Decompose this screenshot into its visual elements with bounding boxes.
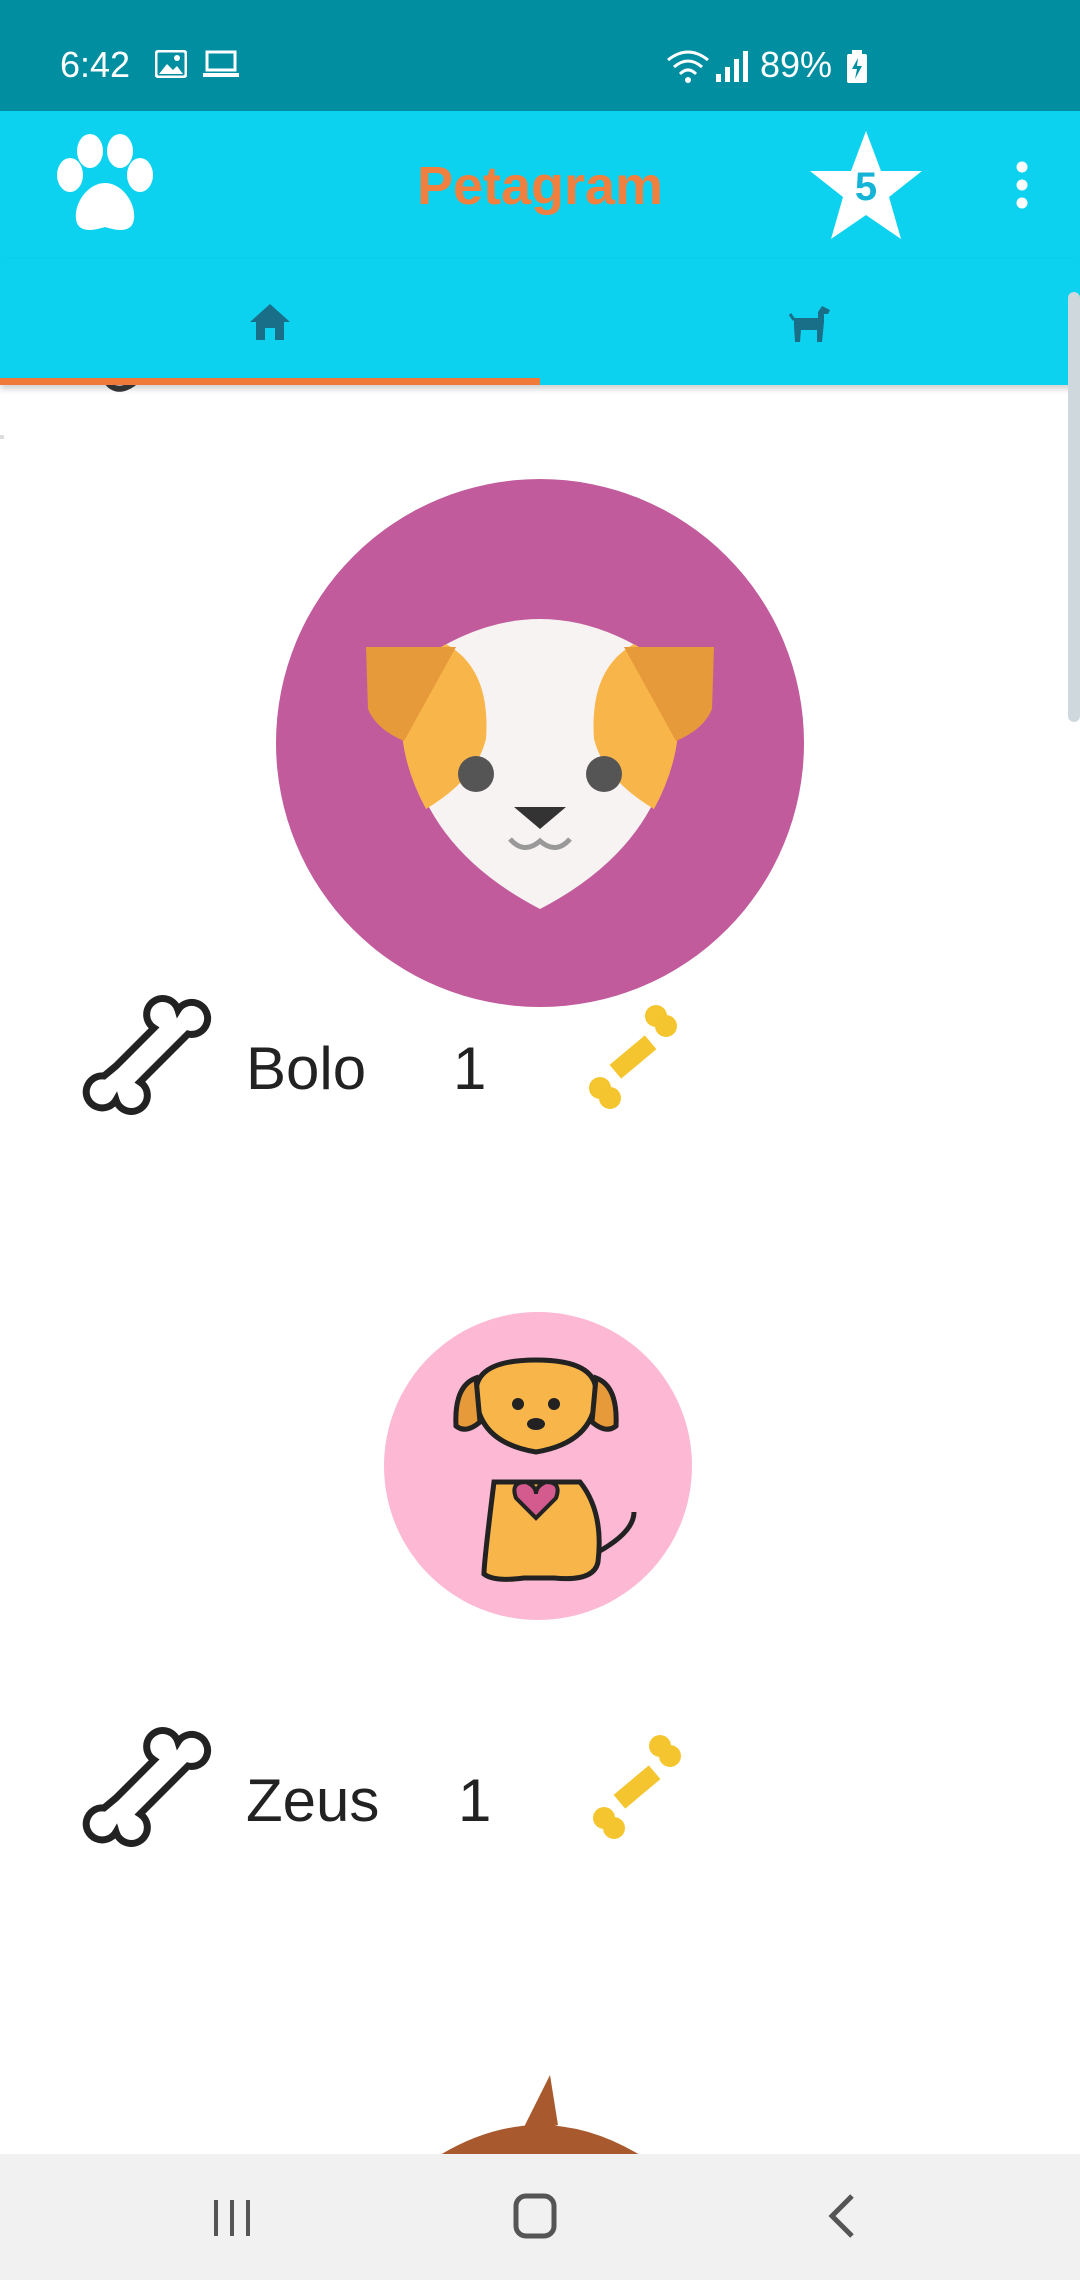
star-badge-count: 5	[854, 165, 878, 209]
pet-like-count: 1	[453, 1035, 487, 1102]
overflow-menu-icon[interactable]	[1008, 161, 1036, 209]
recents-icon[interactable]	[210, 2184, 254, 2248]
pet-like-count: 1	[458, 1767, 492, 1834]
status-bar: 6:42 89%	[0, 0, 1080, 111]
home-icon	[250, 304, 290, 340]
golden-bone-icon	[589, 1005, 677, 1109]
back-icon[interactable]	[822, 2184, 862, 2248]
pet-row: Bolo 1	[0, 990, 1080, 1130]
tab-bar	[0, 259, 1080, 385]
bone-like-button-icon[interactable]	[78, 1722, 214, 1858]
laptop-notification-icon	[203, 50, 239, 77]
dog-icon	[788, 306, 830, 342]
golden-bone-icon	[593, 1735, 681, 1839]
wifi-icon	[667, 50, 709, 83]
brown-dog-avatar-partial	[440, 2075, 640, 2155]
puppy-face-avatar	[276, 479, 804, 1007]
favorites-star-button[interactable]: 5	[806, 127, 926, 247]
pet-row: Zeus 1	[0, 1722, 1080, 1862]
battery-percent: 89%	[760, 44, 833, 85]
status-time: 6:42	[60, 44, 131, 85]
tab-dog[interactable]	[540, 259, 1080, 385]
pet-card[interactable]: Bolo 1	[0, 385, 1080, 1180]
pet-list[interactable]: Bolo 1 Zeus 1	[0, 385, 1080, 2155]
bone-like-button-icon[interactable]	[78, 990, 214, 1126]
image-notification-icon	[155, 50, 187, 78]
tab-home[interactable]	[0, 259, 540, 385]
pet-name: Zeus	[246, 1767, 380, 1834]
selected-tab-indicator	[0, 378, 540, 385]
battery-charging-icon	[847, 50, 867, 83]
pet-name: Bolo	[246, 1035, 367, 1102]
pet-card[interactable]: Zeus 1	[0, 1180, 1080, 1920]
signal-icon	[716, 51, 748, 82]
home-nav-icon[interactable]	[512, 2184, 558, 2248]
system-nav-bar	[0, 2154, 1080, 2280]
app-bar: Petagram 5	[0, 111, 1080, 259]
sitting-puppy-avatar	[384, 1312, 692, 1620]
